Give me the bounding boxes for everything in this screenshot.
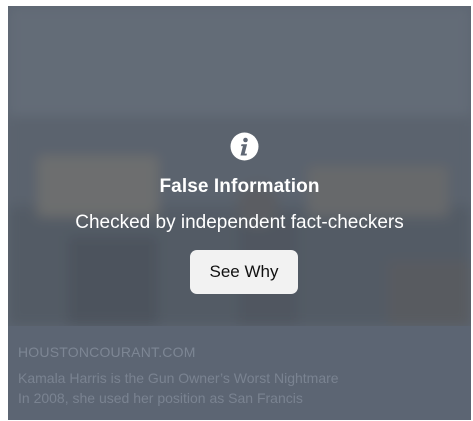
link-headline: Kamala Harris is the Gun Owner’s Worst N… [18,368,458,408]
warning-title: False Information [159,176,320,197]
post-card[interactable]: False Information Checked by independent… [8,6,471,420]
link-preview[interactable]: HOUSTONCOURANT.COM Kamala Harris is the … [8,326,471,420]
link-description-text: In 2008, she used her position as San Fr… [18,390,303,406]
see-why-button[interactable]: See Why [190,250,298,294]
info-icon [230,132,259,161]
link-domain: HOUSTONCOURANT.COM [18,344,196,360]
link-title-text: Kamala Harris is the Gun Owner’s Worst N… [18,370,339,386]
warning-subtitle: Checked by independent fact-checkers [75,212,404,233]
blurred-media[interactable]: False Information Checked by independent… [8,6,471,326]
